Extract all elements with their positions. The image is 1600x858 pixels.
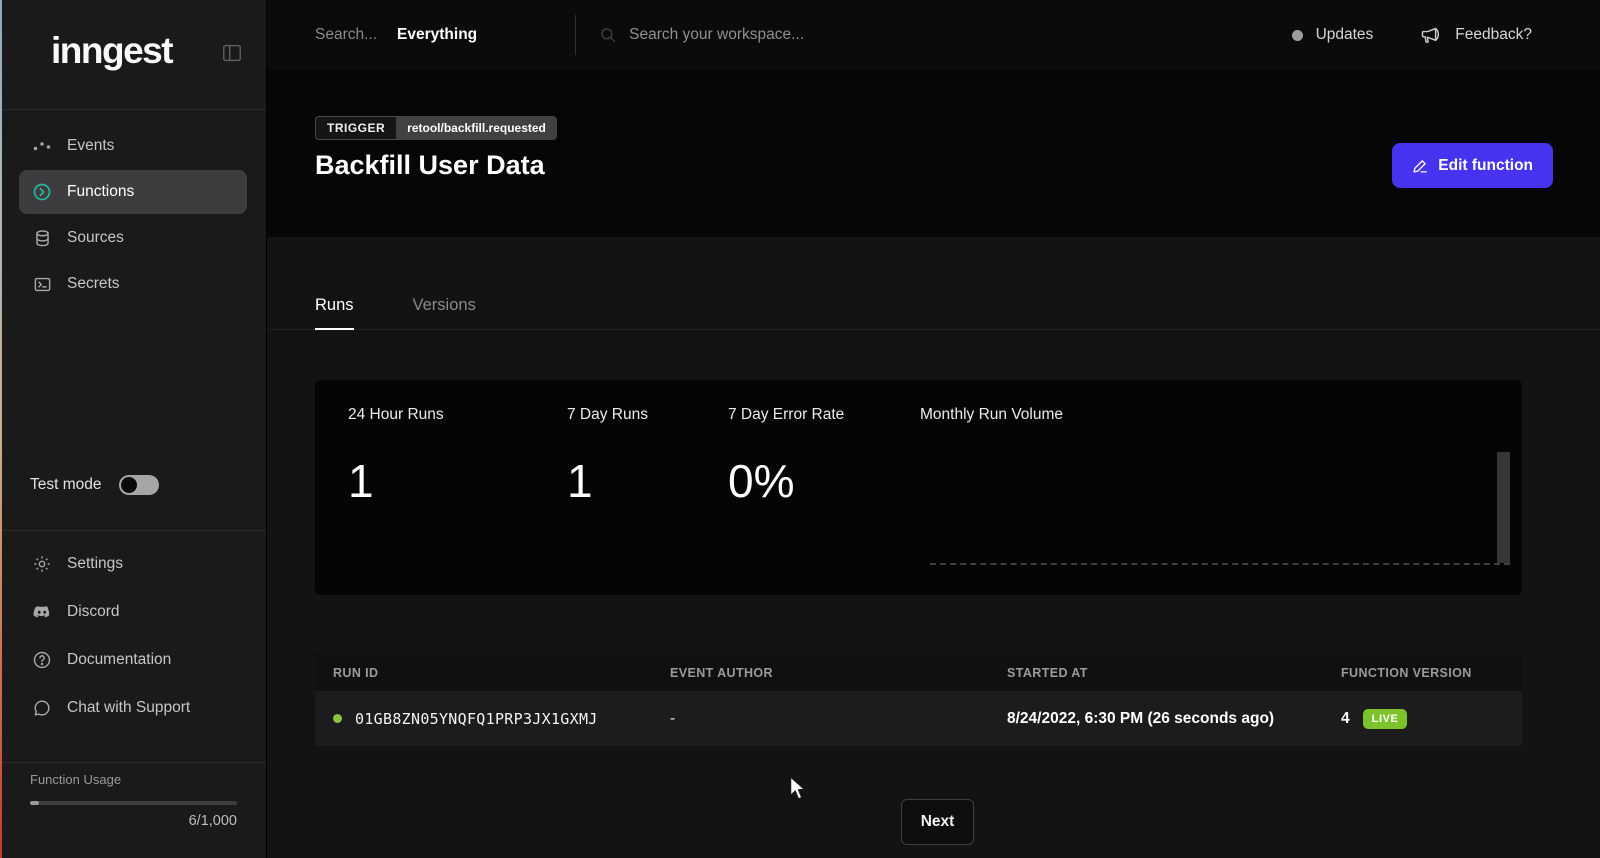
main-content: Runs Versions 24 Hour Runs 1 7 Day Runs … (267, 237, 1600, 858)
column-header-function-version: FUNCTION VERSION (1341, 666, 1522, 680)
function-usage-fill (30, 801, 39, 805)
column-header-event-author: EVENT AUTHOR (670, 666, 1007, 680)
stat-value: 1 (348, 454, 444, 508)
run-id: 01GB8ZN05YNQFQ1PRP3JX1GXMJ (355, 710, 598, 728)
sidebar-nav: Events Functions Sources (0, 122, 266, 308)
tabs-bar: Runs Versions (267, 237, 1600, 330)
tab-versions[interactable]: Versions (413, 296, 476, 330)
sidebar-item-label: Settings (67, 555, 123, 573)
question-circle-icon (32, 650, 52, 670)
sidebar: inngest Events Functions (0, 0, 267, 858)
run-status-dot (333, 714, 342, 723)
sidebar-item-settings[interactable]: Settings (19, 540, 247, 588)
function-usage-bar (30, 801, 237, 805)
stats-card: 24 Hour Runs 1 7 Day Runs 1 7 Day Error … (315, 380, 1522, 595)
feedback-button[interactable]: Feedback? (1455, 26, 1532, 44)
live-status-badge: LIVE (1363, 709, 1408, 729)
test-mode-toggle[interactable] (119, 475, 159, 495)
sidebar-item-functions[interactable]: Functions (19, 170, 247, 214)
stat-7-day-runs: 7 Day Runs 1 (567, 406, 648, 508)
search-label[interactable]: Search... (315, 26, 377, 44)
pencil-icon (1412, 157, 1429, 174)
gear-icon (32, 554, 52, 574)
topbar: Search... Everything Updates Feedback? (267, 0, 1600, 70)
sidebar-item-label: Documentation (67, 651, 171, 669)
sidebar-item-events[interactable]: Events (19, 124, 247, 168)
search-icon (599, 26, 617, 44)
sidebar-item-label: Sources (67, 229, 124, 247)
events-dots-icon (32, 136, 52, 156)
sidebar-item-label: Secrets (67, 275, 120, 293)
stat-value: 0% (728, 454, 844, 508)
window-edge-gradient (0, 0, 2, 858)
started-at-cell: 8/24/2022, 6:30 PM (26 seconds ago) (1007, 710, 1341, 728)
sidebar-secondary-nav: Settings Discord Documentation (0, 540, 266, 732)
trigger-event-name: retool/backfill.requested (396, 116, 557, 140)
function-circle-arrow-icon (32, 182, 52, 202)
sidebar-collapse-icon[interactable] (221, 42, 243, 64)
sidebar-item-label: Events (67, 137, 114, 155)
search-scope-everything[interactable]: Everything (397, 26, 477, 44)
sidebar-divider (0, 530, 266, 531)
discord-icon (32, 602, 52, 622)
next-page-button[interactable]: Next (901, 799, 974, 845)
function-version-cell: 4 LIVE (1341, 709, 1522, 729)
inngest-logo: inngest (51, 30, 172, 72)
sidebar-item-chat-support[interactable]: Chat with Support (19, 684, 247, 732)
function-usage-value: 6/1,000 (30, 813, 237, 829)
workspace-search-input[interactable] (629, 26, 1049, 44)
sidebar-item-discord[interactable]: Discord (19, 588, 247, 636)
sidebar-divider (0, 762, 266, 763)
database-icon (32, 228, 52, 248)
event-author-cell: - (670, 710, 1007, 728)
column-header-started-at: STARTED AT (1007, 666, 1341, 680)
trigger-badge-key: TRIGGER (315, 116, 396, 140)
edit-function-label: Edit function (1438, 157, 1533, 175)
stat-label: 7 Day Error Rate (728, 406, 844, 424)
tab-runs[interactable]: Runs (315, 296, 354, 330)
edit-function-button[interactable]: Edit function (1392, 143, 1553, 188)
toggle-knob (121, 477, 137, 493)
runs-table: RUN ID EVENT AUTHOR STARTED AT FUNCTION … (315, 655, 1522, 746)
function-usage-label: Function Usage (30, 772, 237, 787)
megaphone-icon (1419, 25, 1440, 46)
stat-label: 7 Day Runs (567, 406, 648, 424)
sidebar-item-sources[interactable]: Sources (19, 216, 247, 260)
chat-bubble-icon (32, 698, 52, 718)
terminal-icon (32, 274, 52, 294)
stat-value: 1 (567, 454, 648, 508)
stat-24-hour-runs: 24 Hour Runs 1 (348, 406, 444, 508)
page-title: Backfill User Data (315, 150, 545, 181)
column-header-run-id: RUN ID (315, 666, 670, 680)
updates-status-dot (1292, 30, 1303, 41)
test-mode-label: Test mode (30, 476, 102, 494)
topbar-divider (575, 15, 576, 55)
chart-bar (1497, 452, 1510, 563)
stat-7-day-error-rate: 7 Day Error Rate 0% (728, 406, 844, 508)
function-header: TRIGGER retool/backfill.requested Backfi… (267, 70, 1600, 237)
table-row[interactable]: 01GB8ZN05YNQFQ1PRP3JX1GXMJ - 8/24/2022, … (315, 691, 1522, 746)
sidebar-item-label: Chat with Support (67, 699, 190, 717)
monthly-run-volume-chart (930, 452, 1510, 565)
sidebar-item-label: Discord (67, 603, 120, 621)
chart-title: Monthly Run Volume (920, 406, 1063, 424)
test-mode-row: Test mode (30, 475, 159, 495)
version-number: 4 (1341, 710, 1350, 728)
stat-label: 24 Hour Runs (348, 406, 444, 424)
function-usage: Function Usage 6/1,000 (30, 772, 237, 829)
sidebar-item-documentation[interactable]: Documentation (19, 636, 247, 684)
sidebar-item-secrets[interactable]: Secrets (19, 262, 247, 306)
sidebar-logo-row: inngest (0, 0, 266, 110)
run-id-cell: 01GB8ZN05YNQFQ1PRP3JX1GXMJ (315, 710, 670, 728)
trigger-badge: TRIGGER retool/backfill.requested (315, 116, 557, 140)
updates-button[interactable]: Updates (1316, 26, 1374, 44)
topbar-right: Updates Feedback? (1292, 25, 1600, 46)
sidebar-item-label: Functions (67, 183, 134, 201)
table-header: RUN ID EVENT AUTHOR STARTED AT FUNCTION … (315, 655, 1522, 691)
